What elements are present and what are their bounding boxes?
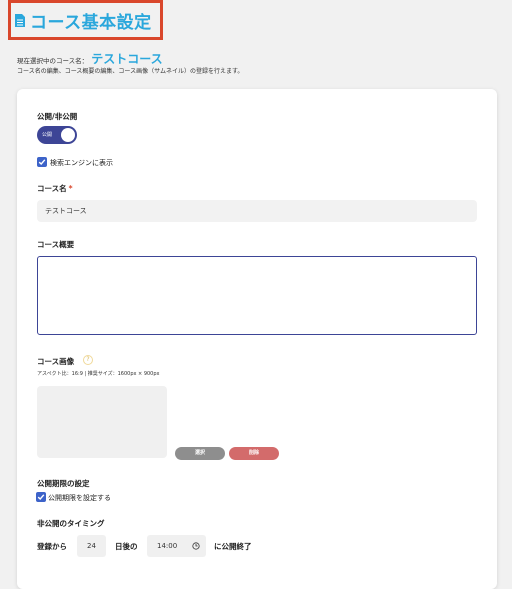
from-registration-label: 登録から <box>37 542 67 551</box>
page-title: コース基本設定 <box>14 8 152 33</box>
unpublish-timing-label: 非公開のタイミング <box>37 519 105 528</box>
check-icon <box>38 159 46 166</box>
clock-icon <box>192 542 200 550</box>
toggle-knob <box>61 128 75 142</box>
course-name-label: コース名 * <box>37 183 73 194</box>
page-title-text: コース基本設定 <box>30 13 152 33</box>
course-name-label-text: コース名 <box>37 184 67 193</box>
publish-period-checkbox[interactable] <box>36 492 46 502</box>
visibility-label: 公開/非公開 <box>37 112 78 121</box>
search-engine-checkbox[interactable] <box>37 157 47 167</box>
current-course-label: 現在選択中のコース名： <box>17 57 89 65</box>
publish-period-label: 公開期限の設定 <box>37 479 90 488</box>
days-input[interactable]: 24 <box>77 535 106 557</box>
help-icon[interactable]: ? <box>83 355 93 365</box>
current-course-line: 現在選択中のコース名： テストコース <box>17 50 163 67</box>
course-summary-label: コース概要 <box>37 240 75 249</box>
document-icon <box>15 14 25 27</box>
required-mark: * <box>68 184 73 193</box>
visibility-toggle[interactable]: 公開 <box>37 126 77 144</box>
current-course-name: テストコース <box>91 52 163 66</box>
search-engine-label: 検索エンジンに表示 <box>50 159 113 167</box>
delete-image-button[interactable]: 削除 <box>229 447 279 460</box>
publish-period-checkbox-label: 公開期限を設定する <box>48 494 111 502</box>
course-image-hint: アスペクト比：16:9 | 推奨サイズ：1600px × 900px <box>37 371 160 377</box>
select-image-button[interactable]: 選択 <box>175 447 225 460</box>
course-name-input[interactable]: テストコース <box>37 200 477 222</box>
days-after-label: 日後の <box>115 542 138 551</box>
time-input[interactable]: 14:00 <box>147 535 206 557</box>
course-image-preview <box>37 386 167 458</box>
course-summary-textarea[interactable] <box>37 256 477 335</box>
course-image-label: コース画像 <box>37 357 75 366</box>
toggle-text: 公開 <box>42 132 53 138</box>
publish-end-label: に公開終了 <box>214 542 252 551</box>
time-value: 14:00 <box>157 542 178 550</box>
check-icon <box>37 494 45 501</box>
page-description: コース名の編集、コース概要の編集、コース画像（サムネイル）の登録を行えます。 <box>17 68 244 75</box>
